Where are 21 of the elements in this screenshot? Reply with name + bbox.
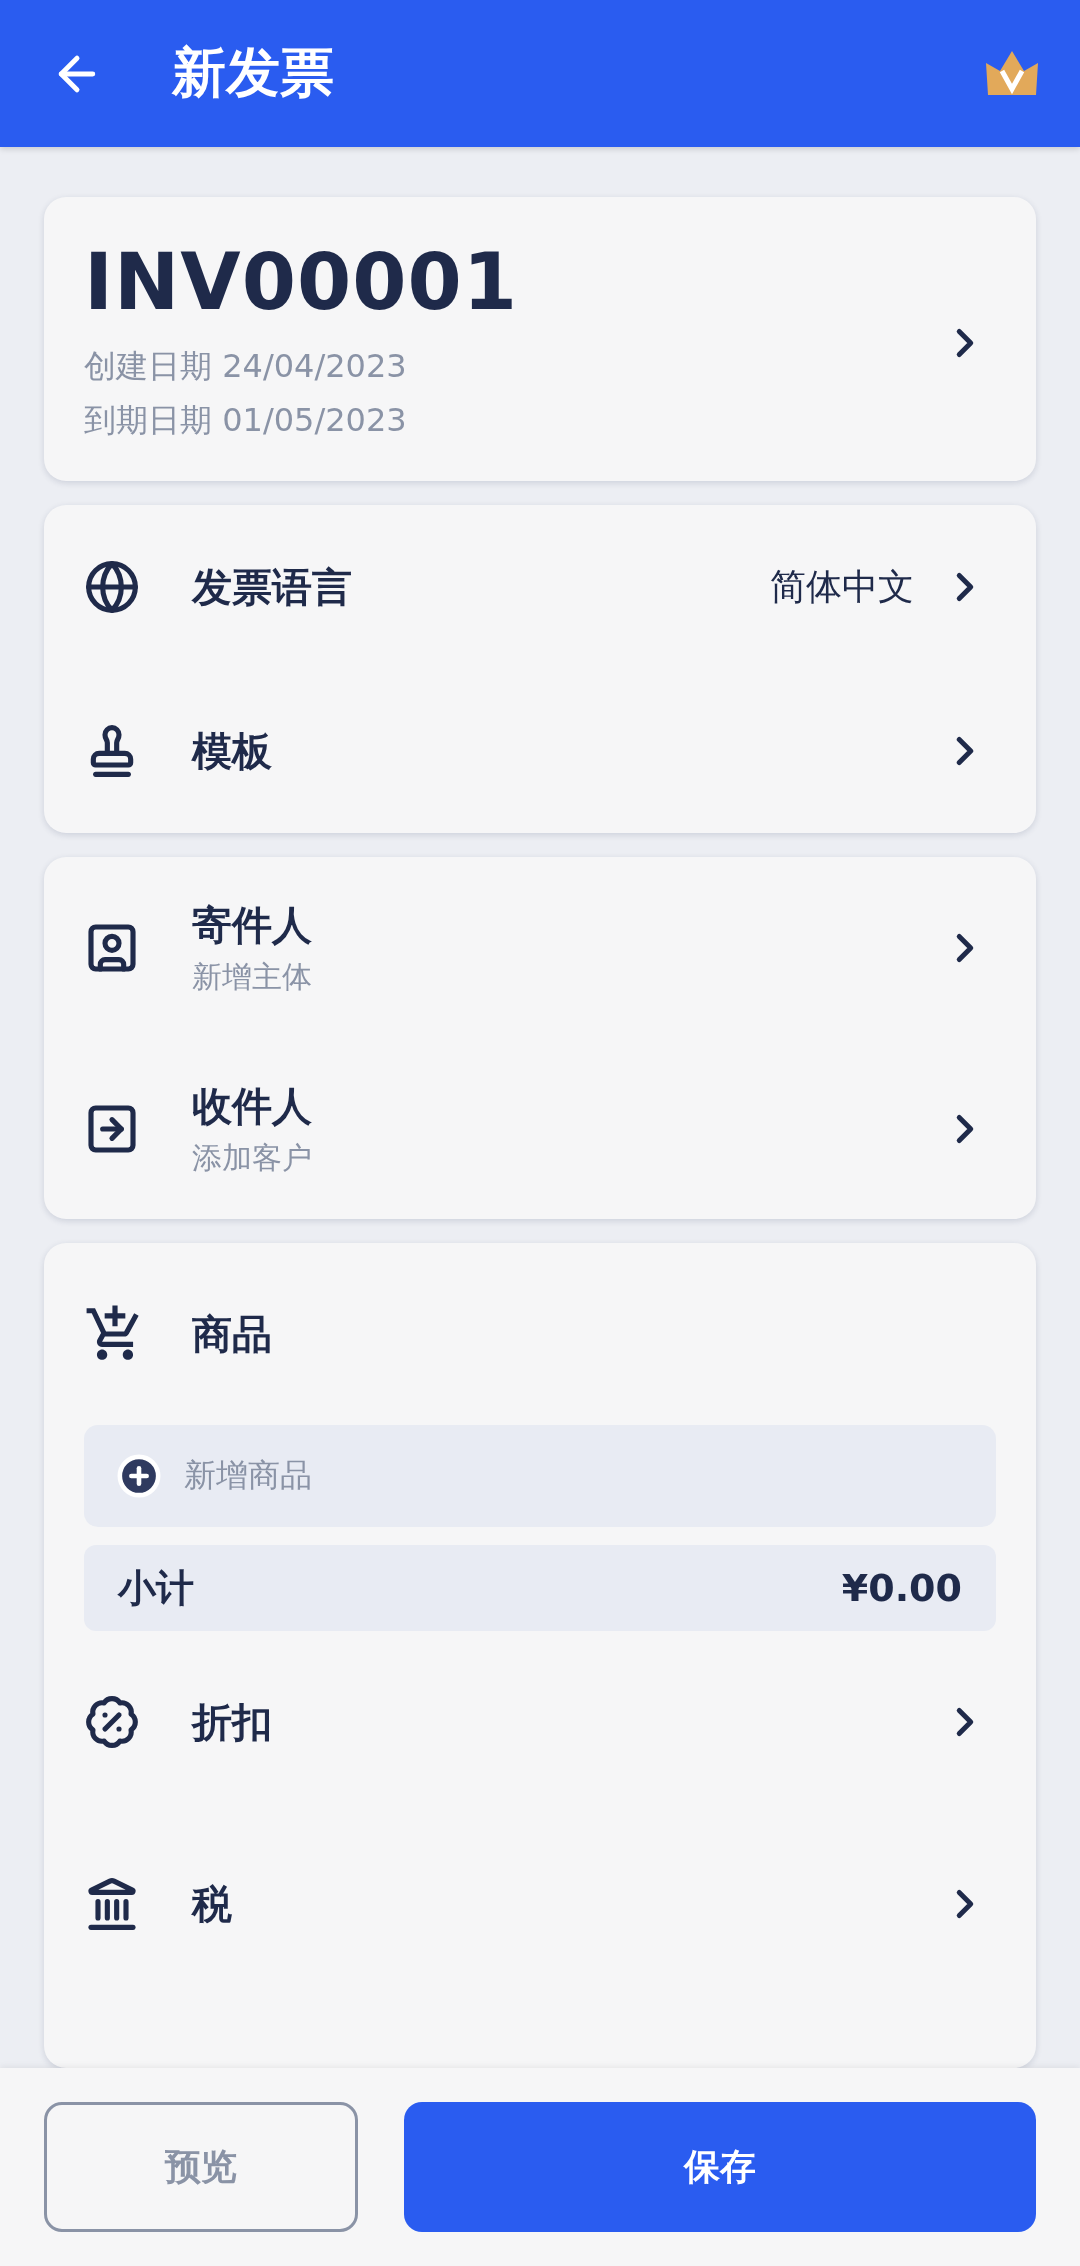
section-title: 商品 [192,1309,272,1359]
invoice-number: INV00001 [84,243,520,321]
invoice-date: 创建日期 24/04/2023 [84,346,408,387]
plus-icon [116,1453,162,1499]
row-label[interactable]: 模板 [192,723,942,779]
row-label[interactable]: 发票语言 [192,559,770,615]
row-label[interactable]: 寄件人 [192,897,942,953]
row-sublabel: 新增主体 [192,957,313,996]
globe-icon [84,559,140,615]
subtotal-label: 小计 [118,1564,194,1612]
row-label[interactable]: 税 [192,1876,942,1932]
row-label[interactable]: 折扣 [192,1694,942,1750]
row-label[interactable]: 收件人 [192,1078,942,1134]
row-sublabel: 添加客户 [192,1138,313,1177]
save-button[interactable]: 保存 [404,2102,1036,2232]
page-title: 新发票 [172,40,335,106]
row-value: 简体中文 [770,564,914,609]
invoice-date: 到期日期 01/05/2023 [84,400,408,441]
discount-icon [84,1694,140,1750]
invoice-card[interactable]: INV00001 创建日期 24/04/2023 到期日期 01/05/2023 [44,197,1036,481]
subtotal-value: ¥0.00 [841,1566,962,1610]
